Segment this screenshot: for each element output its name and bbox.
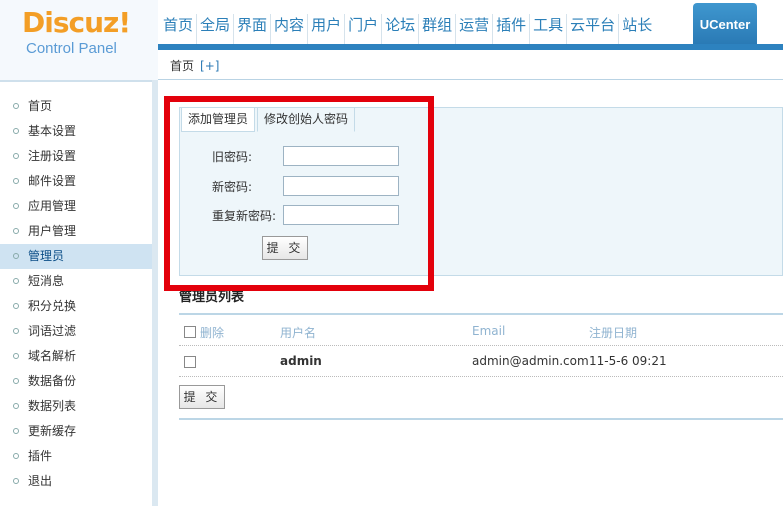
top-nav: 首页 全局 界面 内容 用户 门户 论坛 群组 运营 插件 工具 云平台 站长 [158, 0, 655, 44]
column-header-username: 用户名 [280, 326, 317, 340]
sidebar-item-label: 数据列表 [28, 399, 77, 413]
bullet-icon [13, 453, 19, 459]
column-header-regdate: 注册日期 [589, 326, 638, 340]
sidebar: 首页 基本设置 注册设置 邮件设置 应用管理 用户管理 管理员 短消息 积分兑换… [0, 80, 154, 506]
cell-email: admin@admin.com [472, 354, 589, 368]
sidebar-item-label: 基本设置 [28, 124, 77, 138]
sidebar-item-label: 管理员 [28, 249, 65, 263]
highlight-box [164, 96, 434, 291]
nav-home[interactable]: 首页 [158, 14, 198, 44]
breadcrumb: 首页 [+] [158, 50, 783, 80]
sidebar-item-label: 域名解析 [28, 349, 77, 363]
sidebar-item-app-management[interactable]: 应用管理 [0, 194, 154, 219]
sidebar-item-plugins[interactable]: 插件 [0, 444, 154, 469]
bullet-icon [13, 128, 19, 134]
nav-plugin[interactable]: 插件 [493, 14, 531, 44]
nav-forum[interactable]: 论坛 [382, 14, 420, 44]
column-header-delete: 删除 [200, 326, 225, 340]
sidebar-item-label: 首页 [28, 99, 53, 113]
sidebar-item-label: 插件 [28, 449, 53, 463]
nav-cloud[interactable]: 云平台 [567, 14, 620, 44]
sidebar-item-label: 短消息 [28, 274, 65, 288]
sidebar-item-word-filter[interactable]: 词语过滤 [0, 319, 154, 344]
bullet-icon [13, 328, 19, 334]
sidebar-menu: 首页 基本设置 注册设置 邮件设置 应用管理 用户管理 管理员 短消息 积分兑换… [0, 82, 154, 494]
bullet-icon [13, 303, 19, 309]
row-divider [179, 376, 783, 377]
sidebar-item-user-management[interactable]: 用户管理 [0, 219, 154, 244]
bullet-icon [13, 278, 19, 284]
sidebar-item-label: 退出 [28, 474, 53, 488]
nav-content[interactable]: 内容 [271, 14, 309, 44]
sidebar-item-label: 词语过滤 [28, 324, 77, 338]
bullet-icon [13, 228, 19, 234]
sidebar-item-label: 应用管理 [28, 199, 77, 213]
sidebar-item-data-list[interactable]: 数据列表 [0, 394, 154, 419]
sidebar-item-label: 更新缓存 [28, 424, 77, 438]
logo-subtitle: Control Panel [26, 40, 117, 57]
logo: Discuz! Control Panel [0, 0, 158, 80]
nav-style[interactable]: 界面 [234, 14, 272, 44]
admin-list-divider [179, 313, 783, 315]
sidebar-item-backup[interactable]: 数据备份 [0, 369, 154, 394]
sidebar-item-label: 积分兑换 [28, 299, 77, 313]
sidebar-item-label: 数据备份 [28, 374, 77, 388]
nav-webmaster[interactable]: 站长 [619, 14, 655, 44]
bullet-icon [13, 378, 19, 384]
row-delete-checkbox[interactable] [184, 356, 196, 368]
nav-group[interactable]: 群组 [419, 14, 457, 44]
sidebar-item-administrators[interactable]: 管理员 [0, 244, 154, 269]
sidebar-item-label: 注册设置 [28, 149, 77, 163]
nav-ucenter-tab[interactable]: UCenter [693, 3, 757, 44]
cell-username: admin [280, 354, 322, 368]
sidebar-item-label: 用户管理 [28, 224, 77, 238]
nav-global[interactable]: 全局 [197, 14, 235, 44]
nav-portal[interactable]: 门户 [345, 14, 383, 44]
sidebar-item-dns[interactable]: 域名解析 [0, 344, 154, 369]
bullet-icon [13, 478, 19, 484]
breadcrumb-home[interactable]: 首页 [170, 59, 194, 73]
bullet-icon [13, 103, 19, 109]
nav-user[interactable]: 用户 [308, 14, 346, 44]
sidebar-item-logout[interactable]: 退出 [0, 469, 154, 494]
sidebar-item-register-settings[interactable]: 注册设置 [0, 144, 154, 169]
bullet-icon [13, 403, 19, 409]
bullet-icon [13, 153, 19, 159]
bullet-icon [13, 253, 19, 259]
header: Discuz! Control Panel 首页 全局 界面 内容 用户 门户 … [0, 0, 783, 80]
nav-tools[interactable]: 工具 [530, 14, 568, 44]
nav-operation[interactable]: 运营 [456, 14, 494, 44]
row-divider [179, 345, 783, 346]
sidebar-item-label: 邮件设置 [28, 174, 77, 188]
select-all-checkbox[interactable] [184, 326, 196, 338]
logo-brand: Discuz! [22, 6, 131, 39]
admin-list-submit-button[interactable]: 提 交 [179, 385, 225, 409]
bullet-icon [13, 428, 19, 434]
sidebar-item-basic-settings[interactable]: 基本设置 [0, 119, 154, 144]
sidebar-item-messages[interactable]: 短消息 [0, 269, 154, 294]
admin-list-bottom-divider [179, 418, 783, 420]
sidebar-item-credit-exchange[interactable]: 积分兑换 [0, 294, 154, 319]
bullet-icon [13, 353, 19, 359]
bullet-icon [13, 203, 19, 209]
breadcrumb-add-shortcut[interactable]: [+] [200, 59, 219, 73]
sidebar-item-mail-settings[interactable]: 邮件设置 [0, 169, 154, 194]
sidebar-item-update-cache[interactable]: 更新缓存 [0, 419, 154, 444]
sidebar-item-home[interactable]: 首页 [0, 94, 154, 119]
bullet-icon [13, 178, 19, 184]
cell-regdate: 11-5-6 09:21 [589, 354, 667, 368]
column-header-email: Email [472, 324, 506, 338]
